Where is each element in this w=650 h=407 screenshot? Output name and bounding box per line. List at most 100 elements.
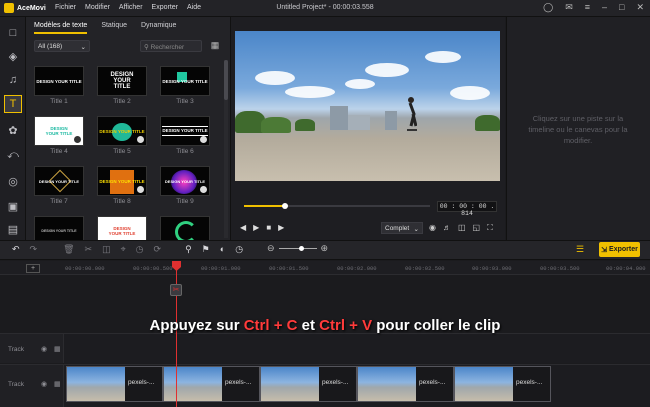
microphone-icon[interactable]: ⚲	[185, 244, 192, 255]
ruler-tick: 00:00:00.500	[133, 265, 173, 272]
media-icon[interactable]: □	[4, 24, 22, 42]
clip-name: pexels-...	[222, 367, 259, 401]
scissors-icon[interactable]: ✂	[170, 284, 182, 296]
template-item[interactable]: DESIGN YOUR TITLE Title 5	[97, 116, 147, 158]
duration-icon[interactable]: ◷	[235, 244, 243, 255]
ruler-tick: 00:00:00.000	[65, 265, 105, 272]
download-icon[interactable]	[137, 136, 144, 143]
layers-icon[interactable]: ◈	[4, 47, 22, 65]
video-clip[interactable]: pexels-...	[66, 366, 163, 402]
split-icon[interactable]: ◫	[102, 244, 111, 255]
template-preview-text: DESIGN YOUR TITLE	[162, 126, 208, 136]
fullscreen-icon[interactable]: ⛶	[487, 223, 493, 233]
template-item[interactable]: DESIGN YOUR TITLE Title 2	[97, 66, 147, 108]
element-icon[interactable]: ◎	[4, 172, 22, 190]
eye-icon[interactable]: ◉	[41, 380, 47, 388]
sticker-icon[interactable]: ▣	[4, 197, 22, 215]
speed-icon[interactable]: ◷	[136, 244, 144, 255]
template-preview-text: DESIGN YOUR TITLE	[99, 178, 145, 184]
stop-icon[interactable]: ■	[266, 223, 271, 232]
transition-icon[interactable]: ⤺	[4, 146, 22, 164]
mail-icon[interactable]: ✉	[565, 2, 573, 13]
previous-frame-icon[interactable]: ◀	[240, 223, 246, 232]
timeline-settings-icon[interactable]: ☰	[573, 244, 587, 256]
lock-icon[interactable]: ▦	[54, 345, 61, 353]
add-track-button[interactable]: +	[26, 264, 40, 273]
ruler-tick: 00:00:01.000	[201, 265, 241, 272]
next-frame-icon[interactable]: ▶	[278, 223, 284, 232]
redo-icon[interactable]: ↷	[30, 244, 38, 255]
tab-static[interactable]: Statique	[101, 22, 127, 34]
audio-icon[interactable]: ♫	[4, 71, 22, 89]
progress-handle[interactable]	[281, 203, 288, 209]
split-view-icon[interactable]: ◫	[458, 223, 466, 233]
download-icon[interactable]	[200, 186, 207, 193]
caption-shortcut-copy: Ctrl + C	[243, 317, 298, 334]
mask-icon[interactable]: ◐	[220, 244, 225, 255]
template-item[interactable]: DESIGN YOUR TITLE Title 3	[160, 66, 210, 108]
library-scrollbar[interactable]	[224, 60, 228, 238]
menu-icon[interactable]: ≡	[585, 2, 590, 13]
search-placeholder: Rechercher	[150, 44, 185, 51]
quality-select[interactable]: Complet ⌄	[381, 222, 423, 234]
download-icon[interactable]	[200, 136, 207, 143]
video-canvas[interactable]	[235, 31, 500, 181]
minimize-icon[interactable]: –	[602, 2, 607, 13]
template-item[interactable]: DESIGN YOUR TITLE Title 1	[34, 66, 84, 108]
template-preview-text: DESIGN YOUR TITLE	[108, 226, 136, 236]
template-label: Title 8	[113, 198, 131, 205]
maximize-icon[interactable]: □	[619, 2, 624, 13]
zoom-slider[interactable]	[278, 246, 317, 251]
video-clip[interactable]: pexels-...	[357, 366, 454, 402]
clip-thumbnail	[358, 367, 416, 401]
export-button[interactable]: ⇲ Exporter	[599, 242, 640, 257]
timeline-track[interactable]: Track ◉ ▦	[0, 333, 650, 363]
crop-icon[interactable]: ⌖	[121, 244, 126, 255]
video-clip[interactable]: pexels-...	[454, 366, 551, 402]
tab-dynamic[interactable]: Dynamique	[141, 22, 176, 34]
tab-text-templates[interactable]: Modèles de texte	[34, 22, 88, 34]
playback-progress-bar[interactable]	[244, 203, 430, 209]
clip-name: pexels-...	[319, 367, 356, 401]
grid-view-icon[interactable]: ▦	[209, 40, 221, 52]
video-clip[interactable]: pexels-...	[163, 366, 260, 402]
lock-icon[interactable]: ▦	[54, 380, 61, 388]
eye-icon[interactable]: ◉	[41, 345, 47, 353]
snapshot-icon[interactable]: ◉	[429, 223, 436, 233]
template-preview-text: DESIGN YOUR TITLE	[164, 178, 206, 184]
zoom-in-icon[interactable]: ⊕	[321, 243, 329, 254]
text-icon[interactable]: T	[4, 95, 22, 113]
download-icon[interactable]	[137, 186, 144, 193]
filter-icon[interactable]: ✿	[4, 121, 22, 139]
template-item[interactable]: DESIGN YOUR TITLE Title 7	[34, 166, 84, 208]
template-item[interactable]: DESIGN YOUR TITLE Title 4	[34, 116, 84, 158]
search-input[interactable]: ⚲ Rechercher	[140, 40, 202, 52]
playhead-line[interactable]	[176, 261, 177, 407]
template-icon[interactable]: ▤	[4, 220, 22, 238]
download-icon[interactable]	[74, 136, 81, 143]
template-item[interactable]: DESIGN YOUR TITLE Title 9	[160, 166, 210, 208]
scrollbar-thumb[interactable]	[224, 60, 228, 100]
video-clip[interactable]: pexels-...	[260, 366, 357, 402]
pip-icon[interactable]: ◱	[473, 223, 481, 233]
marker-icon[interactable]: ⚑	[202, 244, 210, 255]
zoom-control: ⊖ ⊕	[267, 243, 328, 254]
close-icon[interactable]: ✕	[636, 2, 644, 13]
chevron-down-icon: ⌄	[80, 44, 86, 51]
zoom-slider-handle[interactable]	[299, 246, 305, 251]
undo-icon[interactable]: ↶	[12, 244, 20, 255]
rotate-icon[interactable]: ⟳	[154, 244, 162, 255]
ruler-tick: 00:00:02.500	[405, 265, 445, 272]
template-item[interactable]: DESIGN YOUR TITLE Title 8	[97, 166, 147, 208]
template-item[interactable]: DESIGN YOUR TITLE Title 6	[160, 116, 210, 158]
zoom-out-icon[interactable]: ⊖	[267, 243, 275, 254]
delete-icon[interactable]: 🗑	[63, 244, 74, 255]
volume-icon[interactable]: ♬	[443, 223, 451, 233]
cut-icon[interactable]: ✂	[85, 244, 93, 255]
category-filter-select[interactable]: All (168) ⌄	[34, 40, 90, 52]
user-icon[interactable]: ◯	[543, 2, 553, 13]
template-label: Title 2	[113, 98, 131, 105]
play-icon[interactable]: ▶	[253, 223, 259, 232]
template-preview-text: DESIGN YOUR TITLE	[45, 126, 73, 136]
template-preview-text: DESIGN YOUR TITLE	[41, 229, 77, 233]
